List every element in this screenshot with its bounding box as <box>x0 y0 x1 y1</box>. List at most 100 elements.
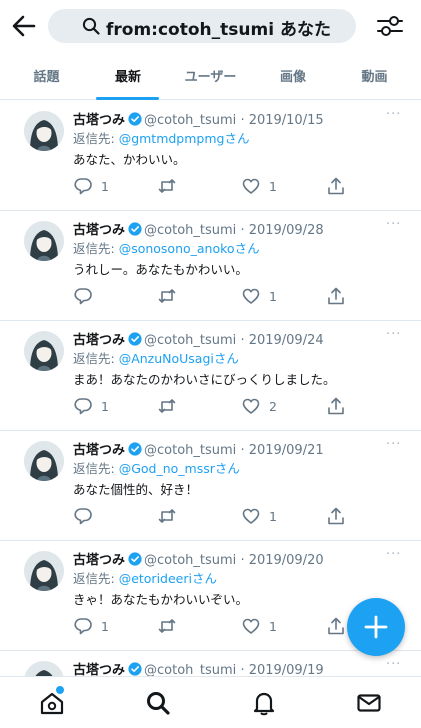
share-button[interactable] <box>326 615 346 637</box>
active-tab-indicator <box>96 97 159 100</box>
author-name[interactable]: 古塔つみ <box>73 113 125 128</box>
search-box[interactable]: from:cotoh_tsumi あなた <box>48 9 356 43</box>
reply-button[interactable]: 1 <box>73 615 109 637</box>
share-button[interactable] <box>326 285 346 307</box>
reply-mention[interactable]: @etorideeri <box>119 571 192 586</box>
share-button[interactable] <box>326 395 346 417</box>
retweet-button[interactable] <box>157 505 185 527</box>
like-button[interactable]: 1 <box>241 285 277 307</box>
heart-icon <box>242 508 260 524</box>
reply-button[interactable]: 1 <box>73 175 109 197</box>
retweet-button[interactable] <box>157 395 185 417</box>
like-button[interactable]: 2 <box>241 395 277 417</box>
sliders-icon <box>377 16 403 36</box>
nav-messages[interactable] <box>355 689 383 717</box>
replie-count: 1 <box>101 618 109 634</box>
more-options-icon[interactable]: ··· <box>386 217 401 232</box>
verified-badge-icon <box>128 662 142 676</box>
retweet-button[interactable] <box>157 285 185 307</box>
reply-icon <box>74 618 92 635</box>
verified-badge-icon <box>128 552 142 566</box>
tab-videos[interactable]: 動画 <box>328 52 421 99</box>
reply-mention[interactable]: @AnzuNoUsagi <box>119 351 214 366</box>
reply-context: 返信先: @etorideeriさん <box>73 568 217 587</box>
tweet-date[interactable]: · 2019/09/20 <box>240 553 323 568</box>
tweet-item[interactable]: 古塔つみ @cotoh_tsumi · 2019/09/21 ··· 返信先: @Go… <box>0 431 421 541</box>
reply-button[interactable] <box>73 505 101 527</box>
tweet-date[interactable]: · 2019/09/21 <box>240 443 323 458</box>
tab-people[interactable]: ユーザー <box>163 52 258 99</box>
author-handle[interactable]: @cotoh_tsumi <box>144 223 236 238</box>
reply-prefix: 返信先: <box>73 461 119 476</box>
search-icon <box>82 17 100 35</box>
author-name[interactable]: 古塔つみ <box>73 333 125 348</box>
more-options-icon[interactable]: ··· <box>386 437 401 452</box>
tweet-item[interactable]: 古塔つみ @cotoh_tsumi · 2019/09/24 ··· 返信先: @An… <box>0 321 421 431</box>
retweet-button[interactable] <box>157 175 185 197</box>
tab-latest[interactable]: 最新 <box>93 52 163 99</box>
tweet-header: 古塔つみ @cotoh_tsumi · 2019/09/24 <box>73 329 324 348</box>
more-options-icon[interactable]: ··· <box>386 547 401 562</box>
share-button[interactable] <box>326 175 346 197</box>
reply-icon <box>74 178 92 195</box>
author-handle[interactable]: @cotoh_tsumi <box>144 113 236 128</box>
more-options-icon[interactable]: ··· <box>386 657 401 672</box>
reply-icon <box>74 288 92 305</box>
avatar[interactable] <box>24 221 64 261</box>
retweet-icon <box>158 289 176 303</box>
author-name[interactable]: 古塔つみ <box>73 553 125 568</box>
more-options-icon[interactable]: ··· <box>386 107 401 122</box>
avatar-illustration <box>24 551 64 591</box>
reply-prefix: 返信先: <box>73 241 119 256</box>
author-name[interactable]: 古塔つみ <box>73 223 125 238</box>
tweet-date[interactable]: · 2019/09/24 <box>240 333 323 348</box>
search-filter-button[interactable] <box>376 13 404 39</box>
avatar[interactable] <box>24 551 64 591</box>
reply-suffix: さん <box>214 461 240 476</box>
tab-top[interactable]: 話題 <box>0 52 93 99</box>
tweet-text: きゃ！あなたもかわいいぞい。 <box>73 592 249 607</box>
author-name[interactable]: 古塔つみ <box>73 443 125 458</box>
tab-photos[interactable]: 画像 <box>258 52 328 99</box>
search-query[interactable]: from:cotoh_tsumi あなた <box>106 15 331 40</box>
author-handle[interactable]: @cotoh_tsumi <box>144 443 236 458</box>
retweet-icon <box>158 509 176 523</box>
reply-prefix: 返信先: <box>73 571 119 586</box>
like-button[interactable]: 1 <box>241 175 277 197</box>
top-bar: from:cotoh_tsumi あなた <box>0 0 421 52</box>
like-button[interactable]: 1 <box>241 615 277 637</box>
reply-mention[interactable]: @God_no_mssr <box>119 461 215 476</box>
share-button[interactable] <box>326 505 346 527</box>
tweet-text: あなた、かわいい。 <box>73 152 186 167</box>
tweet-date[interactable]: · 2019/09/28 <box>240 223 323 238</box>
reply-mention[interactable]: @sonosono_anoko <box>119 241 235 256</box>
mail-icon <box>357 694 381 712</box>
tweet-item[interactable]: 古塔つみ @cotoh_tsumi · 2019/09/28 ··· 返信先: @so… <box>0 211 421 321</box>
tweet-item[interactable]: 古塔つみ @cotoh_tsumi · 2019/10/15 ··· 返信先: @gm… <box>0 101 421 211</box>
tweet-date[interactable]: · 2019/10/15 <box>240 113 323 128</box>
more-options-icon[interactable]: ··· <box>386 327 401 342</box>
nav-home[interactable] <box>38 686 66 717</box>
reply-button[interactable] <box>73 285 101 307</box>
reply-prefix: 返信先: <box>73 351 119 366</box>
avatar[interactable] <box>24 111 64 151</box>
reply-suffix: さん <box>213 351 239 366</box>
reply-mention[interactable]: @gmtmdpmpmg <box>119 131 225 146</box>
heart-icon <box>242 618 260 634</box>
reply-button[interactable]: 1 <box>73 395 109 417</box>
avatar[interactable] <box>24 441 64 481</box>
retweet-icon <box>158 399 176 413</box>
compose-tweet-button[interactable] <box>347 598 405 656</box>
like-button[interactable]: 1 <box>241 505 277 527</box>
nav-search[interactable] <box>144 689 172 717</box>
nav-notifications[interactable] <box>250 689 278 717</box>
bell-icon <box>253 692 275 716</box>
author-handle[interactable]: @cotoh_tsumi <box>144 333 236 348</box>
author-handle[interactable]: @cotoh_tsumi <box>144 553 236 568</box>
avatar[interactable] <box>24 331 64 371</box>
back-button[interactable] <box>10 12 38 40</box>
share-icon <box>328 177 344 195</box>
share-icon <box>328 397 344 415</box>
retweet-button[interactable] <box>157 615 185 637</box>
like-count: 1 <box>269 178 277 194</box>
